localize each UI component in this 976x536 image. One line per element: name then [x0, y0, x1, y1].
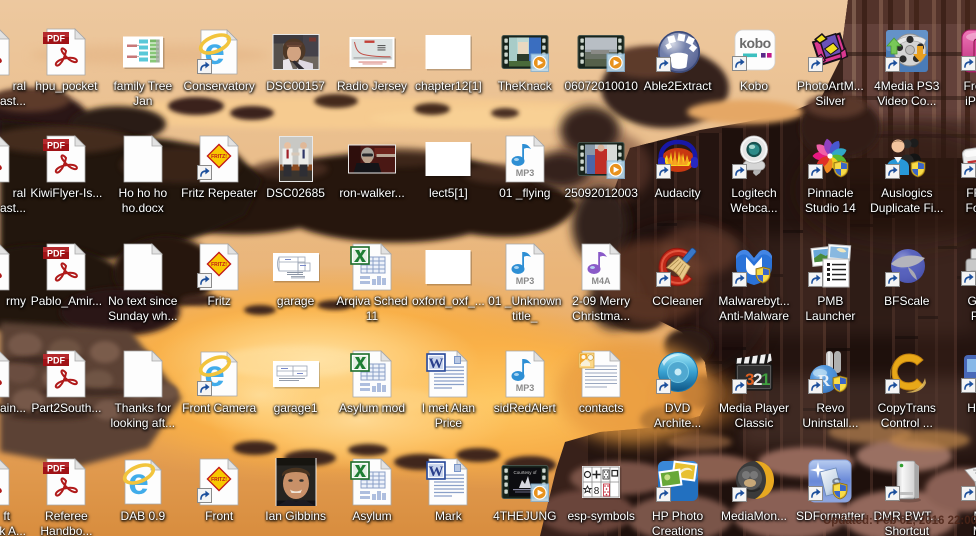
- svg-text:MP3: MP3: [516, 276, 535, 286]
- svg-text:MP3: MP3: [516, 383, 535, 393]
- svg-text:PDF: PDF: [47, 356, 66, 366]
- svg-text:M4A: M4A: [592, 276, 612, 286]
- svg-text:W: W: [429, 464, 444, 480]
- svg-text:PDF: PDF: [47, 141, 66, 151]
- svg-text:FRITZ!: FRITZ!: [211, 477, 227, 483]
- svg-text:FRITZ!: FRITZ!: [211, 262, 227, 268]
- svg-text:W: W: [429, 356, 444, 372]
- svg-text:8: 8: [594, 486, 600, 497]
- svg-text:FRITZ!: FRITZ!: [211, 154, 227, 160]
- svg-text:Courtesy of: Courtesy of: [513, 470, 537, 475]
- svg-text:PDF: PDF: [47, 464, 66, 474]
- svg-text:PDF: PDF: [47, 34, 66, 44]
- svg-text:kobo: kobo: [739, 35, 770, 51]
- svg-text:MP3: MP3: [516, 168, 535, 178]
- svg-text:PDF: PDF: [47, 249, 66, 259]
- svg-text:1: 1: [761, 370, 770, 389]
